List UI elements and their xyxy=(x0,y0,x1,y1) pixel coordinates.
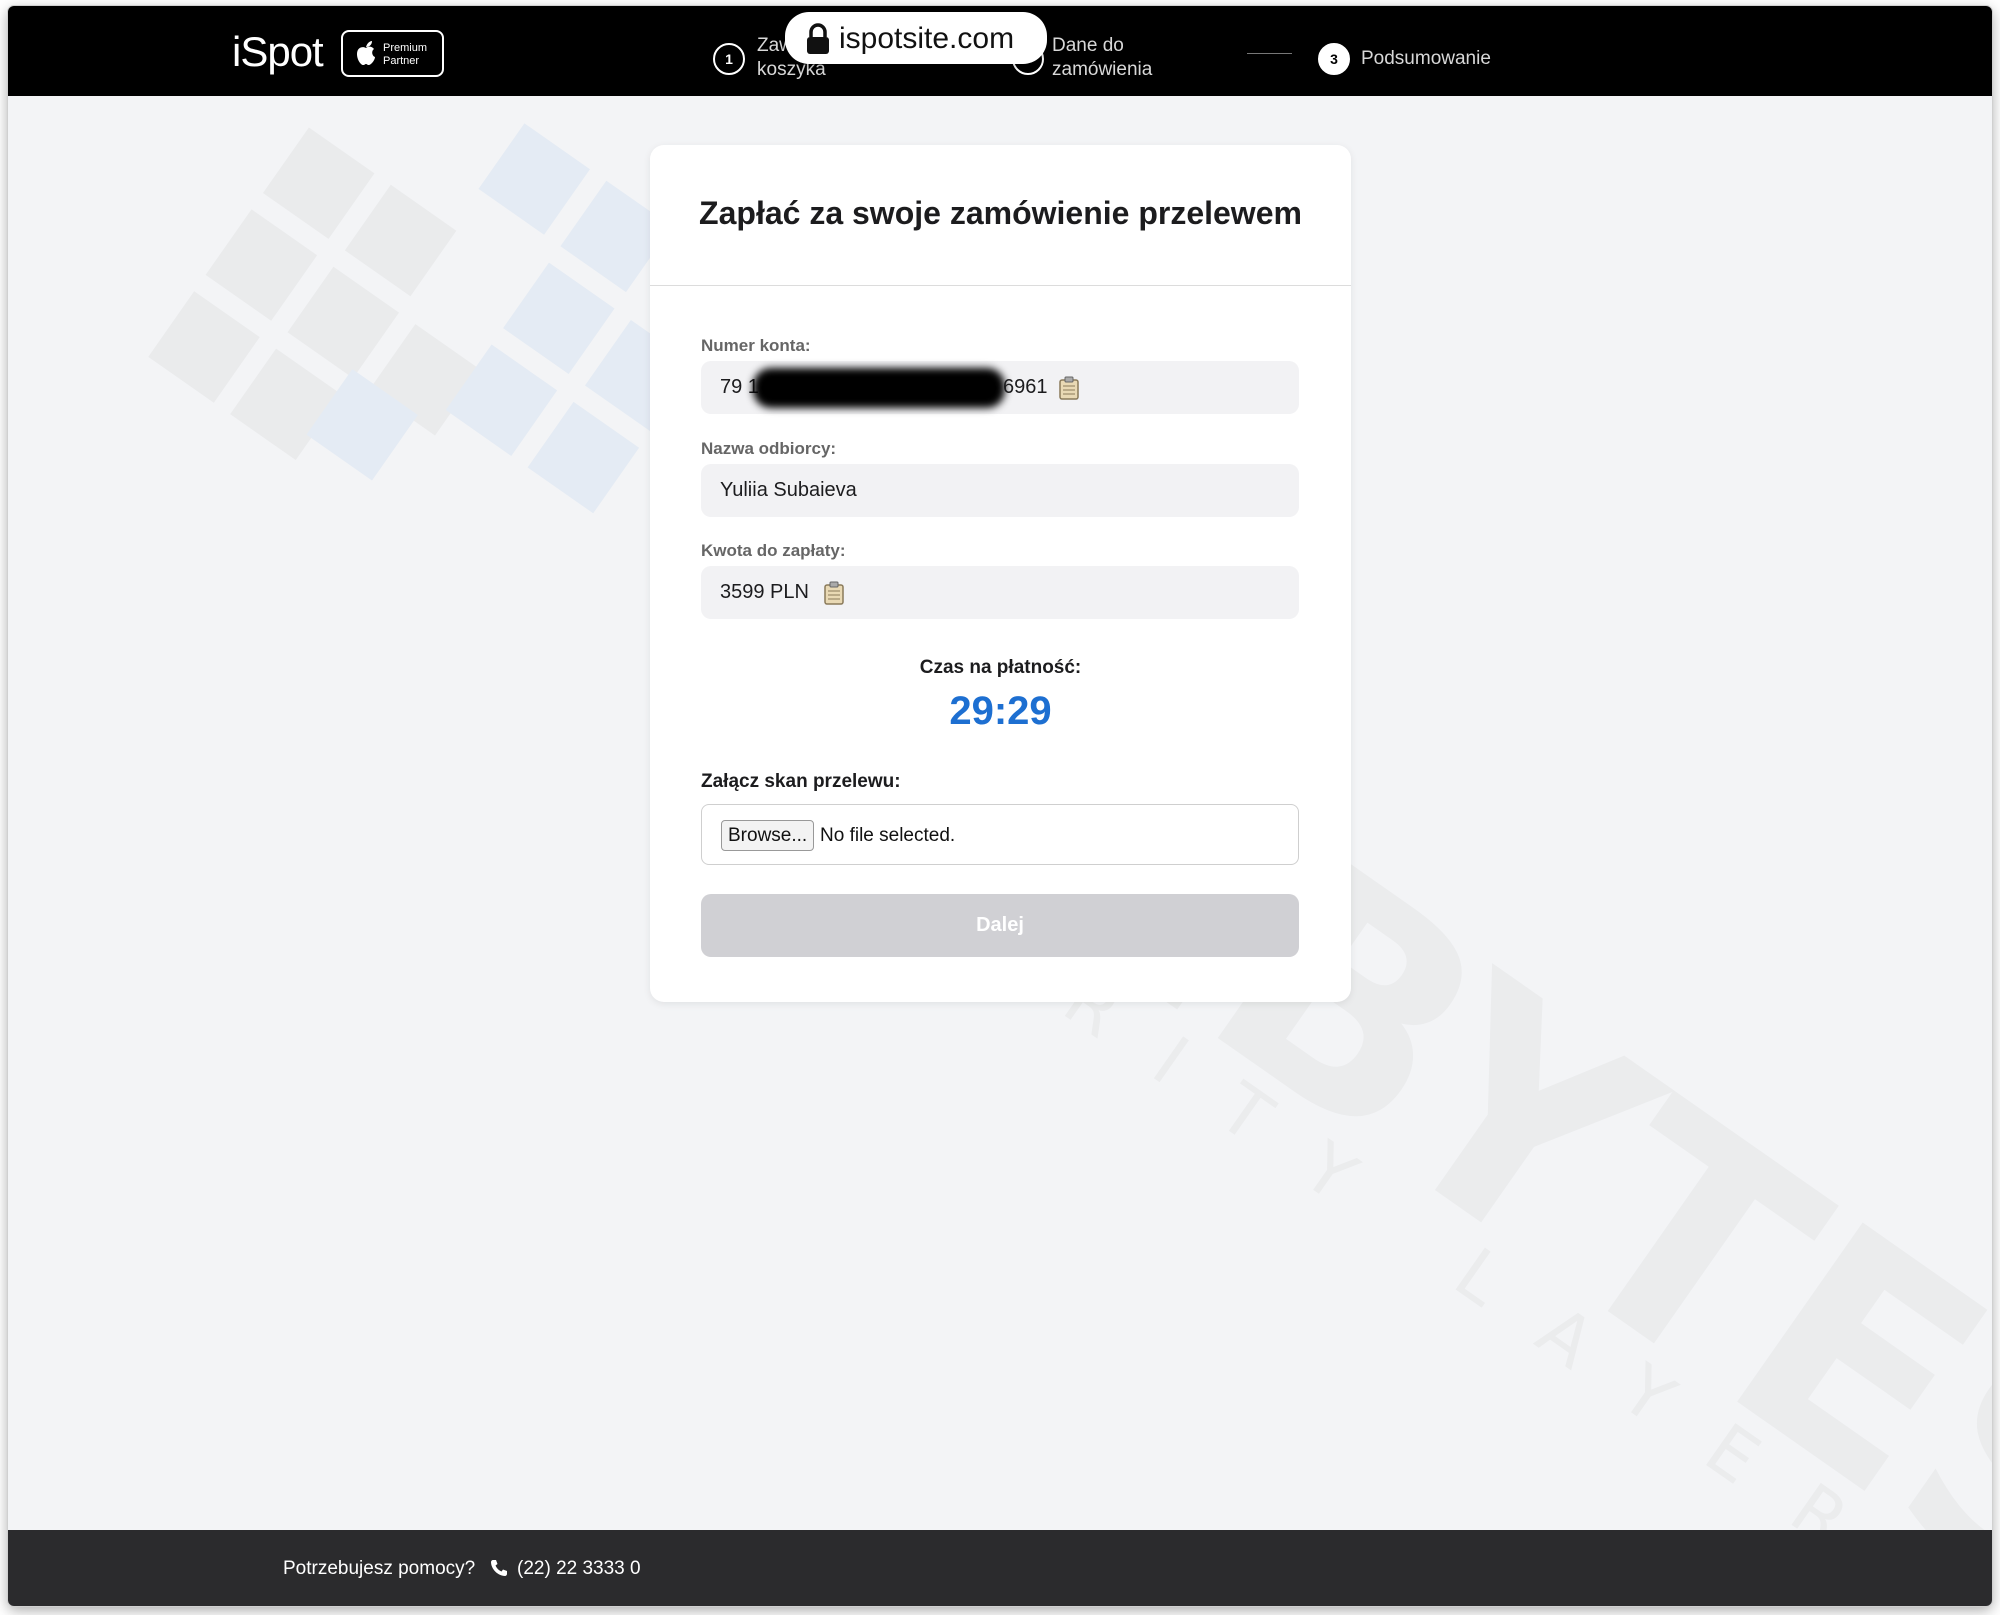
account-number-suffix: 6961 xyxy=(1003,376,1048,398)
amount-field: 3599 PLN xyxy=(701,566,1299,619)
recipient-name-value: Yuliia Subaieva xyxy=(720,479,857,501)
clipboard-copy-icon[interactable] xyxy=(823,581,845,605)
account-number-field: 79 1 6961 xyxy=(701,361,1299,414)
site-footer: Potrzebujesz pomocy? (22) 22 3333 0 xyxy=(8,1530,1992,1606)
payment-countdown: 29:29 xyxy=(949,689,1052,733)
file-upload-input[interactable]: Browse... No file selected. xyxy=(701,804,1299,865)
url-bar[interactable]: ispotsite.com xyxy=(785,12,1047,64)
step-2-line2: zamówienia xyxy=(1052,59,1153,80)
url-text: ispotsite.com xyxy=(839,22,1015,55)
site-header: iSpot Premium Partner 1 Zaw koszyka Dane… xyxy=(8,6,1992,96)
recipient-name-label: Nazwa odbiorcy: xyxy=(701,439,837,458)
payment-time-label: Czas na płatność: xyxy=(919,657,1082,678)
browser-window: PREBYTES SECURITY LAYER iSpot Premium Pa… xyxy=(8,6,1992,1606)
next-button[interactable]: Dalej xyxy=(701,894,1299,957)
apple-premium-partner-badge: Premium Partner xyxy=(341,30,444,77)
page-title: Zapłać za swoje zamówienie przelewem xyxy=(699,195,1302,231)
amount-label: Kwota do zapłaty: xyxy=(701,541,846,560)
phone-icon xyxy=(491,1560,507,1576)
step-1-circle: 1 xyxy=(713,43,745,75)
partner-line2: Partner xyxy=(383,55,420,67)
step-2-line1: Dane do xyxy=(1052,35,1124,56)
step-3-label: Podsumowanie xyxy=(1361,48,1491,69)
apple-icon xyxy=(357,41,375,65)
partner-line1: Premium xyxy=(383,42,428,54)
help-text: Potrzebujesz pomocy? xyxy=(283,1558,476,1579)
account-number-label: Numer konta: xyxy=(701,336,811,355)
upload-label: Załącz skan przelewu: xyxy=(701,771,901,792)
no-file-text: No file selected. xyxy=(820,825,956,846)
title-divider xyxy=(650,285,1351,286)
redaction-mark xyxy=(753,368,1005,408)
payment-card: Zapłać za swoje zamówienie przelewem Num… xyxy=(650,145,1351,1002)
step-connector xyxy=(1247,53,1292,54)
browse-button[interactable]: Browse... xyxy=(721,820,815,851)
ispot-logo[interactable]: iSpot xyxy=(232,28,324,76)
recipient-name-field: Yuliia Subaieva xyxy=(701,464,1299,517)
lock-icon xyxy=(807,23,829,54)
amount-value: 3599 PLN xyxy=(720,581,809,603)
step-3-circle: 3 xyxy=(1318,43,1350,75)
step-2-label[interactable]: Dane do zamówienia xyxy=(1052,34,1152,82)
clipboard-copy-icon[interactable] xyxy=(1058,376,1080,400)
phone-number-link[interactable]: (22) 22 3333 0 xyxy=(517,1558,641,1580)
